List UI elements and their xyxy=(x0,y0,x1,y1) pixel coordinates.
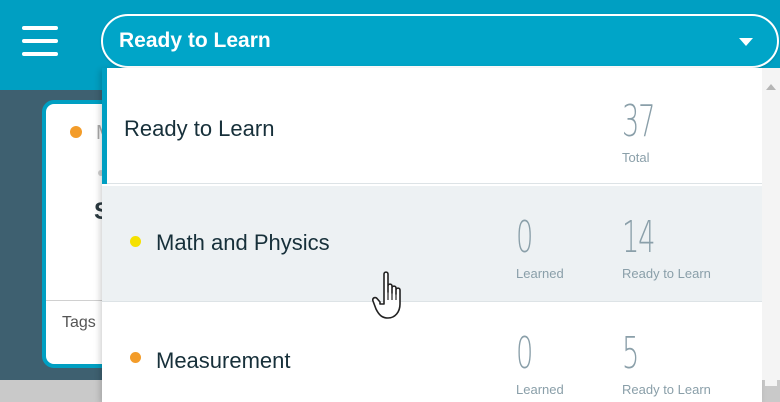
stat-value: 0 xyxy=(516,212,533,263)
status-dot xyxy=(70,126,82,138)
stat-label: Total xyxy=(622,150,650,165)
status-dot xyxy=(130,352,141,363)
hand-pointer-icon xyxy=(372,271,401,319)
option-title: Ready to Learn xyxy=(124,116,275,141)
dropdown-panel: Ready to Learn 37 Total Math and Physics… xyxy=(102,68,762,402)
scroll-thumb[interactable] xyxy=(765,96,777,386)
option-title: Math and Physics xyxy=(156,230,330,255)
stat-label: Learned xyxy=(516,266,564,281)
tags-label: Tags xyxy=(62,314,96,331)
option-math-and-physics[interactable]: Math and Physics 0 Learned 14 Ready to L… xyxy=(102,186,762,302)
option-measurement[interactable]: Measurement 0 Learned 5 Ready to Learn xyxy=(102,304,762,402)
stat-label: Ready to Learn xyxy=(622,266,711,281)
scroll-up-arrow-icon[interactable] xyxy=(766,84,776,90)
deck-select[interactable]: Ready to Learn xyxy=(101,14,779,68)
stat-value: 14 xyxy=(622,212,655,263)
scrollbar[interactable] xyxy=(762,68,780,386)
option-ready-to-learn[interactable]: Ready to Learn 37 Total xyxy=(102,68,762,184)
select-value: Ready to Learn xyxy=(119,29,271,52)
caret-down-icon[interactable] xyxy=(739,38,753,46)
stat-value: 37 xyxy=(622,96,655,147)
stat-value: 0 xyxy=(516,328,533,379)
stat-label: Ready to Learn xyxy=(622,382,711,397)
status-dot xyxy=(130,236,141,247)
selected-indicator xyxy=(102,68,107,184)
option-title: Measurement xyxy=(156,348,291,373)
stat-value: 5 xyxy=(622,328,639,379)
stat-label: Learned xyxy=(516,382,564,397)
hamburger-icon[interactable] xyxy=(22,26,58,56)
